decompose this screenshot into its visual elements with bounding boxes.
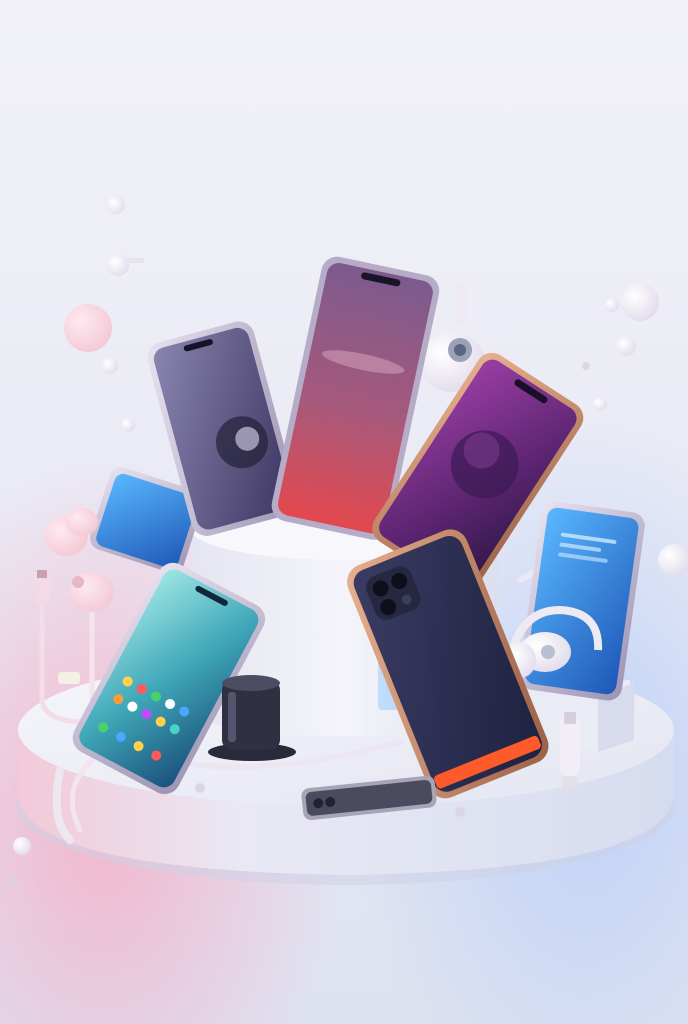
product-scene	[0, 0, 688, 1024]
scene-illustration	[0, 0, 688, 1024]
